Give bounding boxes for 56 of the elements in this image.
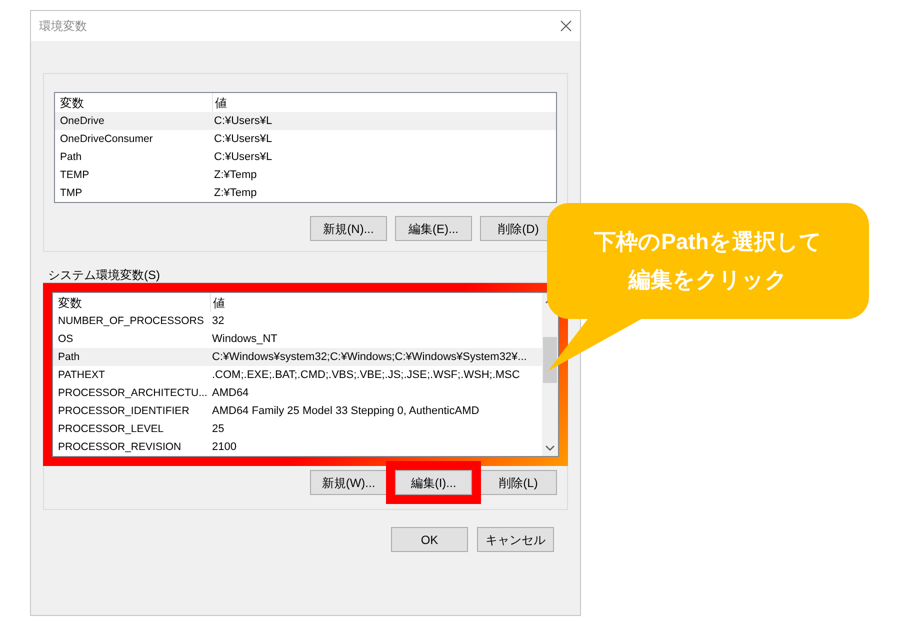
scrollbar-thumb[interactable]	[543, 336, 557, 382]
variable-name: OneDriveConsumer	[60, 132, 153, 145]
variable-name: PATHEXT	[58, 368, 105, 381]
variable-name: PROCESSOR_LEVEL	[58, 422, 164, 435]
dialog-button[interactable]: 新規(W)...	[310, 470, 387, 495]
variable-name: Path	[58, 350, 80, 363]
variable-name: PROCESSOR_REVISION	[58, 440, 182, 453]
list-row[interactable]: Path C:¥Users¥L	[55, 148, 556, 166]
dialog-button[interactable]: 削除(L)	[480, 470, 557, 495]
variable-value: 25	[211, 422, 224, 437]
column-header[interactable]: 値	[211, 293, 542, 312]
variable-name: TEMP	[60, 168, 90, 181]
variable-name: OS	[58, 332, 74, 345]
list-row[interactable]: NUMBER_OF_PROCESSORS 32	[53, 312, 542, 330]
dialog-button[interactable]: 編集(I)...	[395, 470, 472, 495]
list-row[interactable]: TEMP Z:¥Temp	[55, 166, 556, 184]
variable-value: Z:¥Temp	[213, 168, 257, 183]
variable-value: Z:¥Temp	[213, 186, 257, 201]
column-header[interactable]: 値	[213, 93, 556, 112]
variable-value: AMD64	[211, 386, 249, 401]
variable-name: NUMBER_OF_PROCESSORS	[58, 314, 204, 327]
group-title: システム環境変数(S)	[48, 268, 161, 282]
variable-name: TMP	[60, 186, 82, 199]
variable-value: C:¥Users¥L	[213, 114, 272, 129]
column-header[interactable]: 変数	[53, 293, 211, 312]
list-row[interactable]: PATHEXT .COM;.EXE;.BAT;.CMD;.VBS;.VBE;.JS;.JSE;.WSF;.WSH;.MSC	[53, 366, 542, 384]
list-row[interactable]: PROCESSOR_ARCHITECTU... AMD64	[53, 384, 542, 402]
variable-value: 2100	[211, 440, 236, 455]
variable-value: C:¥Windows¥system32;C:¥Windows;C:¥Windows¥System32¥...	[211, 350, 527, 365]
list-row[interactable]: OneDrive C:¥Users¥L	[55, 112, 556, 130]
list-row[interactable]: PROCESSOR_IDENTIFIER AMD64 Family 25 Model 33 Stepping 0, AuthenticAMD	[53, 402, 542, 420]
list-row[interactable]: TMP Z:¥Temp	[55, 184, 556, 202]
variable-value: 32	[211, 314, 224, 329]
list-row[interactable]: PROCESSOR_REVISION 2100	[53, 438, 542, 456]
dialog-button[interactable]: 新規(N)...	[310, 216, 387, 241]
window-title: 環境変数	[39, 18, 87, 35]
dialog-button[interactable]: OK	[391, 527, 468, 552]
close-icon[interactable]	[560, 20, 572, 32]
dialog-button[interactable]: 編集(E)...	[395, 216, 472, 241]
variable-name: PROCESSOR_IDENTIFIER	[58, 404, 190, 417]
variable-name: OneDrive	[60, 114, 104, 127]
callout-text: 下枠のPathを選択して	[594, 228, 822, 256]
scrollbar[interactable]	[542, 293, 558, 456]
variable-value: Windows_NT	[211, 332, 278, 347]
list-row[interactable]: Path C:¥Windows¥system32;C:¥Windows;C:¥Windows¥System32¥...	[53, 348, 542, 366]
list-row[interactable]: OS Windows_NT	[53, 330, 542, 348]
list-row[interactable]: PROCESSOR_LEVEL 25	[53, 420, 542, 438]
list-row[interactable]: OneDriveConsumer C:¥Users¥L	[55, 130, 556, 148]
dialog-button[interactable]: キャンセル	[477, 527, 554, 552]
variable-value: AMD64 Family 25 Model 33 Stepping 0, AuthenticAMD	[211, 404, 480, 419]
variable-name: Path	[60, 150, 82, 163]
variable-value: .COM;.EXE;.BAT;.CMD;.VBS;.VBE;.JS;.JSE;.WSF;.WSH;.MSC	[211, 368, 520, 383]
callout-text: 編集をクリック	[628, 266, 788, 294]
variable-value: C:¥Users¥L	[213, 150, 272, 165]
variable-name: PROCESSOR_ARCHITECTU...	[58, 386, 208, 399]
variable-value: C:¥Users¥L	[213, 132, 272, 147]
